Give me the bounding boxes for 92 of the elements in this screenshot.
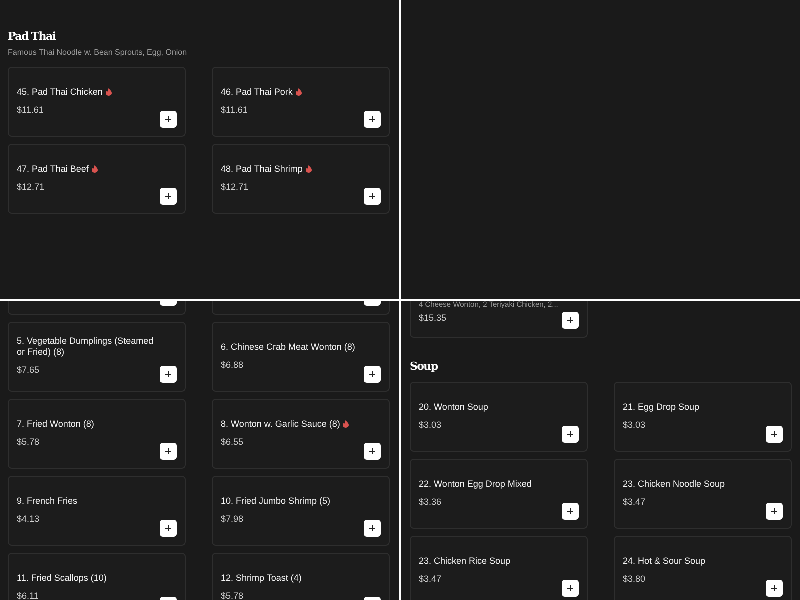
item-price: $12.71 [17, 180, 45, 194]
item-name: 5. Vegetable Dumplings (Steamed or Fried) (8) [17, 336, 155, 358]
add-button[interactable] [160, 111, 177, 128]
menu-item-card[interactable]: 46. Pad Thai Pork $11.61 [212, 67, 390, 137]
menu-item-card[interactable]: 47. Pad Thai Beef $12.71 [8, 144, 186, 214]
add-button[interactable] [766, 580, 783, 597]
item-name: 46. Pad Thai Pork [221, 86, 364, 98]
item-price: $6.55 [221, 436, 244, 449]
add-button[interactable] [562, 503, 579, 520]
plus-icon [567, 508, 574, 515]
menu-item-card[interactable]: 21. Egg Drop Soup $3.03 [614, 382, 792, 452]
plus-icon [369, 525, 376, 532]
item-name: 20. Wonton Soup [419, 402, 490, 413]
plus-icon [165, 371, 172, 378]
item-price: $3.80 [623, 572, 646, 586]
item-name: 48. Pad Thai Shrimp [221, 164, 364, 175]
plus-icon [771, 508, 778, 515]
item-name: 11. Fried Scallops (10) [17, 572, 108, 584]
menu-item-card[interactable]: 5. Vegetable Dumplings (Steamed or Fried) (8) $7.65 [8, 322, 186, 392]
item-price: $3.03 [623, 418, 646, 432]
item-name: 22. Wonton Egg Drop Mixed [419, 478, 533, 490]
item-price: $11.61 [17, 104, 44, 117]
plus-icon [369, 371, 376, 378]
add-button[interactable] [160, 520, 177, 537]
item-name: 23. Chicken Rice Soup [419, 556, 512, 567]
add-button[interactable] [766, 426, 783, 443]
plus-icon [165, 525, 172, 532]
add-button[interactable] [364, 366, 381, 383]
item-name: 9. French Fries [17, 496, 79, 507]
add-button[interactable] [364, 111, 381, 128]
item-price: $5.78 [17, 436, 40, 449]
item-name: 21. Egg Drop Soup [623, 402, 701, 413]
menu-item-card[interactable]: 10. Fried Jumbo Shrimp (5) $7.98 [212, 476, 390, 546]
menu-item-card[interactable]: 6. Chinese Crab Meat Wonton (8) $6.88 [212, 322, 390, 392]
plus-icon [165, 193, 172, 200]
menu-item-card[interactable]: 45. Pad Thai Chicken $11.61 [8, 67, 186, 137]
add-button[interactable] [562, 426, 579, 443]
item-name: 12. Shrimp Toast (4) [221, 572, 303, 584]
item-price: $3.47 [419, 572, 442, 586]
add-button[interactable] [364, 443, 381, 460]
menu-item-card[interactable]: 11. Fried Scallops (10) $6.11 [8, 553, 186, 600]
plus-icon [165, 116, 172, 123]
item-price: $6.88 [221, 358, 244, 372]
plus-icon [567, 431, 574, 438]
item-price: $12.71 [221, 180, 249, 194]
item-price: $11.61 [221, 104, 248, 117]
item-name: 45. Pad Thai Chicken [17, 86, 160, 98]
menu-item-card[interactable]: 23. Chicken Rice Soup $3.47 [410, 536, 588, 600]
plus-icon [771, 431, 778, 438]
menu-item-card[interactable]: 24. Hot & Sour Soup $3.80 [614, 536, 792, 600]
menu-item-card[interactable]: 23. Chicken Noodle Soup $3.47 [614, 459, 792, 529]
plus-icon [369, 448, 376, 455]
plus-icon [567, 317, 574, 324]
item-name: 47. Pad Thai Beef [17, 164, 160, 175]
item-price: $6.11 [17, 590, 39, 600]
plus-icon [771, 585, 778, 592]
item-price: $5.78 [221, 590, 244, 600]
item-price: $3.47 [623, 496, 646, 509]
plus-icon [369, 193, 376, 200]
add-button[interactable] [364, 520, 381, 537]
menu-item-card[interactable]: 7. Fried Wonton (8) $5.78 [8, 399, 186, 469]
item-price: $7.98 [221, 512, 244, 526]
add-button[interactable] [160, 443, 177, 460]
section-title: Soup [410, 360, 438, 374]
plus-icon [369, 116, 376, 123]
item-price: $3.36 [419, 496, 442, 509]
menu-item-card[interactable]: 20. Wonton Soup $3.03 [410, 382, 588, 452]
menu-item-card[interactable]: 22. Wonton Egg Drop Mixed $3.36 [410, 459, 588, 529]
item-price: $4.13 [17, 512, 40, 526]
item-name: 24. Hot & Sour Soup [623, 556, 707, 567]
item-price: $3.03 [419, 418, 442, 432]
add-button[interactable] [160, 188, 177, 205]
add-button[interactable] [364, 188, 381, 205]
item-name: 23. Chicken Noodle Soup [623, 478, 726, 490]
menu-item-card[interactable]: 12. Shrimp Toast (4) $5.78 [212, 553, 390, 600]
plus-icon [165, 448, 172, 455]
add-button[interactable] [766, 503, 783, 520]
item-name: 10. Fried Jumbo Shrimp (5) [221, 496, 332, 507]
item-price: $15.35 [419, 312, 447, 324]
menu-item-card[interactable]: 8. Wonton w. Garlic Sauce (8) $6.55 [212, 399, 390, 469]
item-name: 8. Wonton w. Garlic Sauce (8) [221, 418, 364, 430]
add-button[interactable] [160, 366, 177, 383]
section-subtitle: Famous Thai Noodle w. Bean Sprouts, Egg, Onion [8, 47, 188, 59]
item-name: 6. Chinese Crab Meat Wonton (8) [221, 342, 356, 353]
menu-item-card[interactable]: 9. French Fries $4.13 [8, 476, 186, 546]
plus-icon [567, 585, 574, 592]
item-price: $7.65 [17, 364, 40, 378]
add-button[interactable] [562, 580, 579, 597]
add-button[interactable] [562, 312, 579, 329]
menu-item-card[interactable]: 48. Pad Thai Shrimp $12.71 [212, 144, 390, 214]
section-title: Pad Thai [8, 30, 56, 44]
item-name: 7. Fried Wonton (8) [17, 418, 96, 430]
